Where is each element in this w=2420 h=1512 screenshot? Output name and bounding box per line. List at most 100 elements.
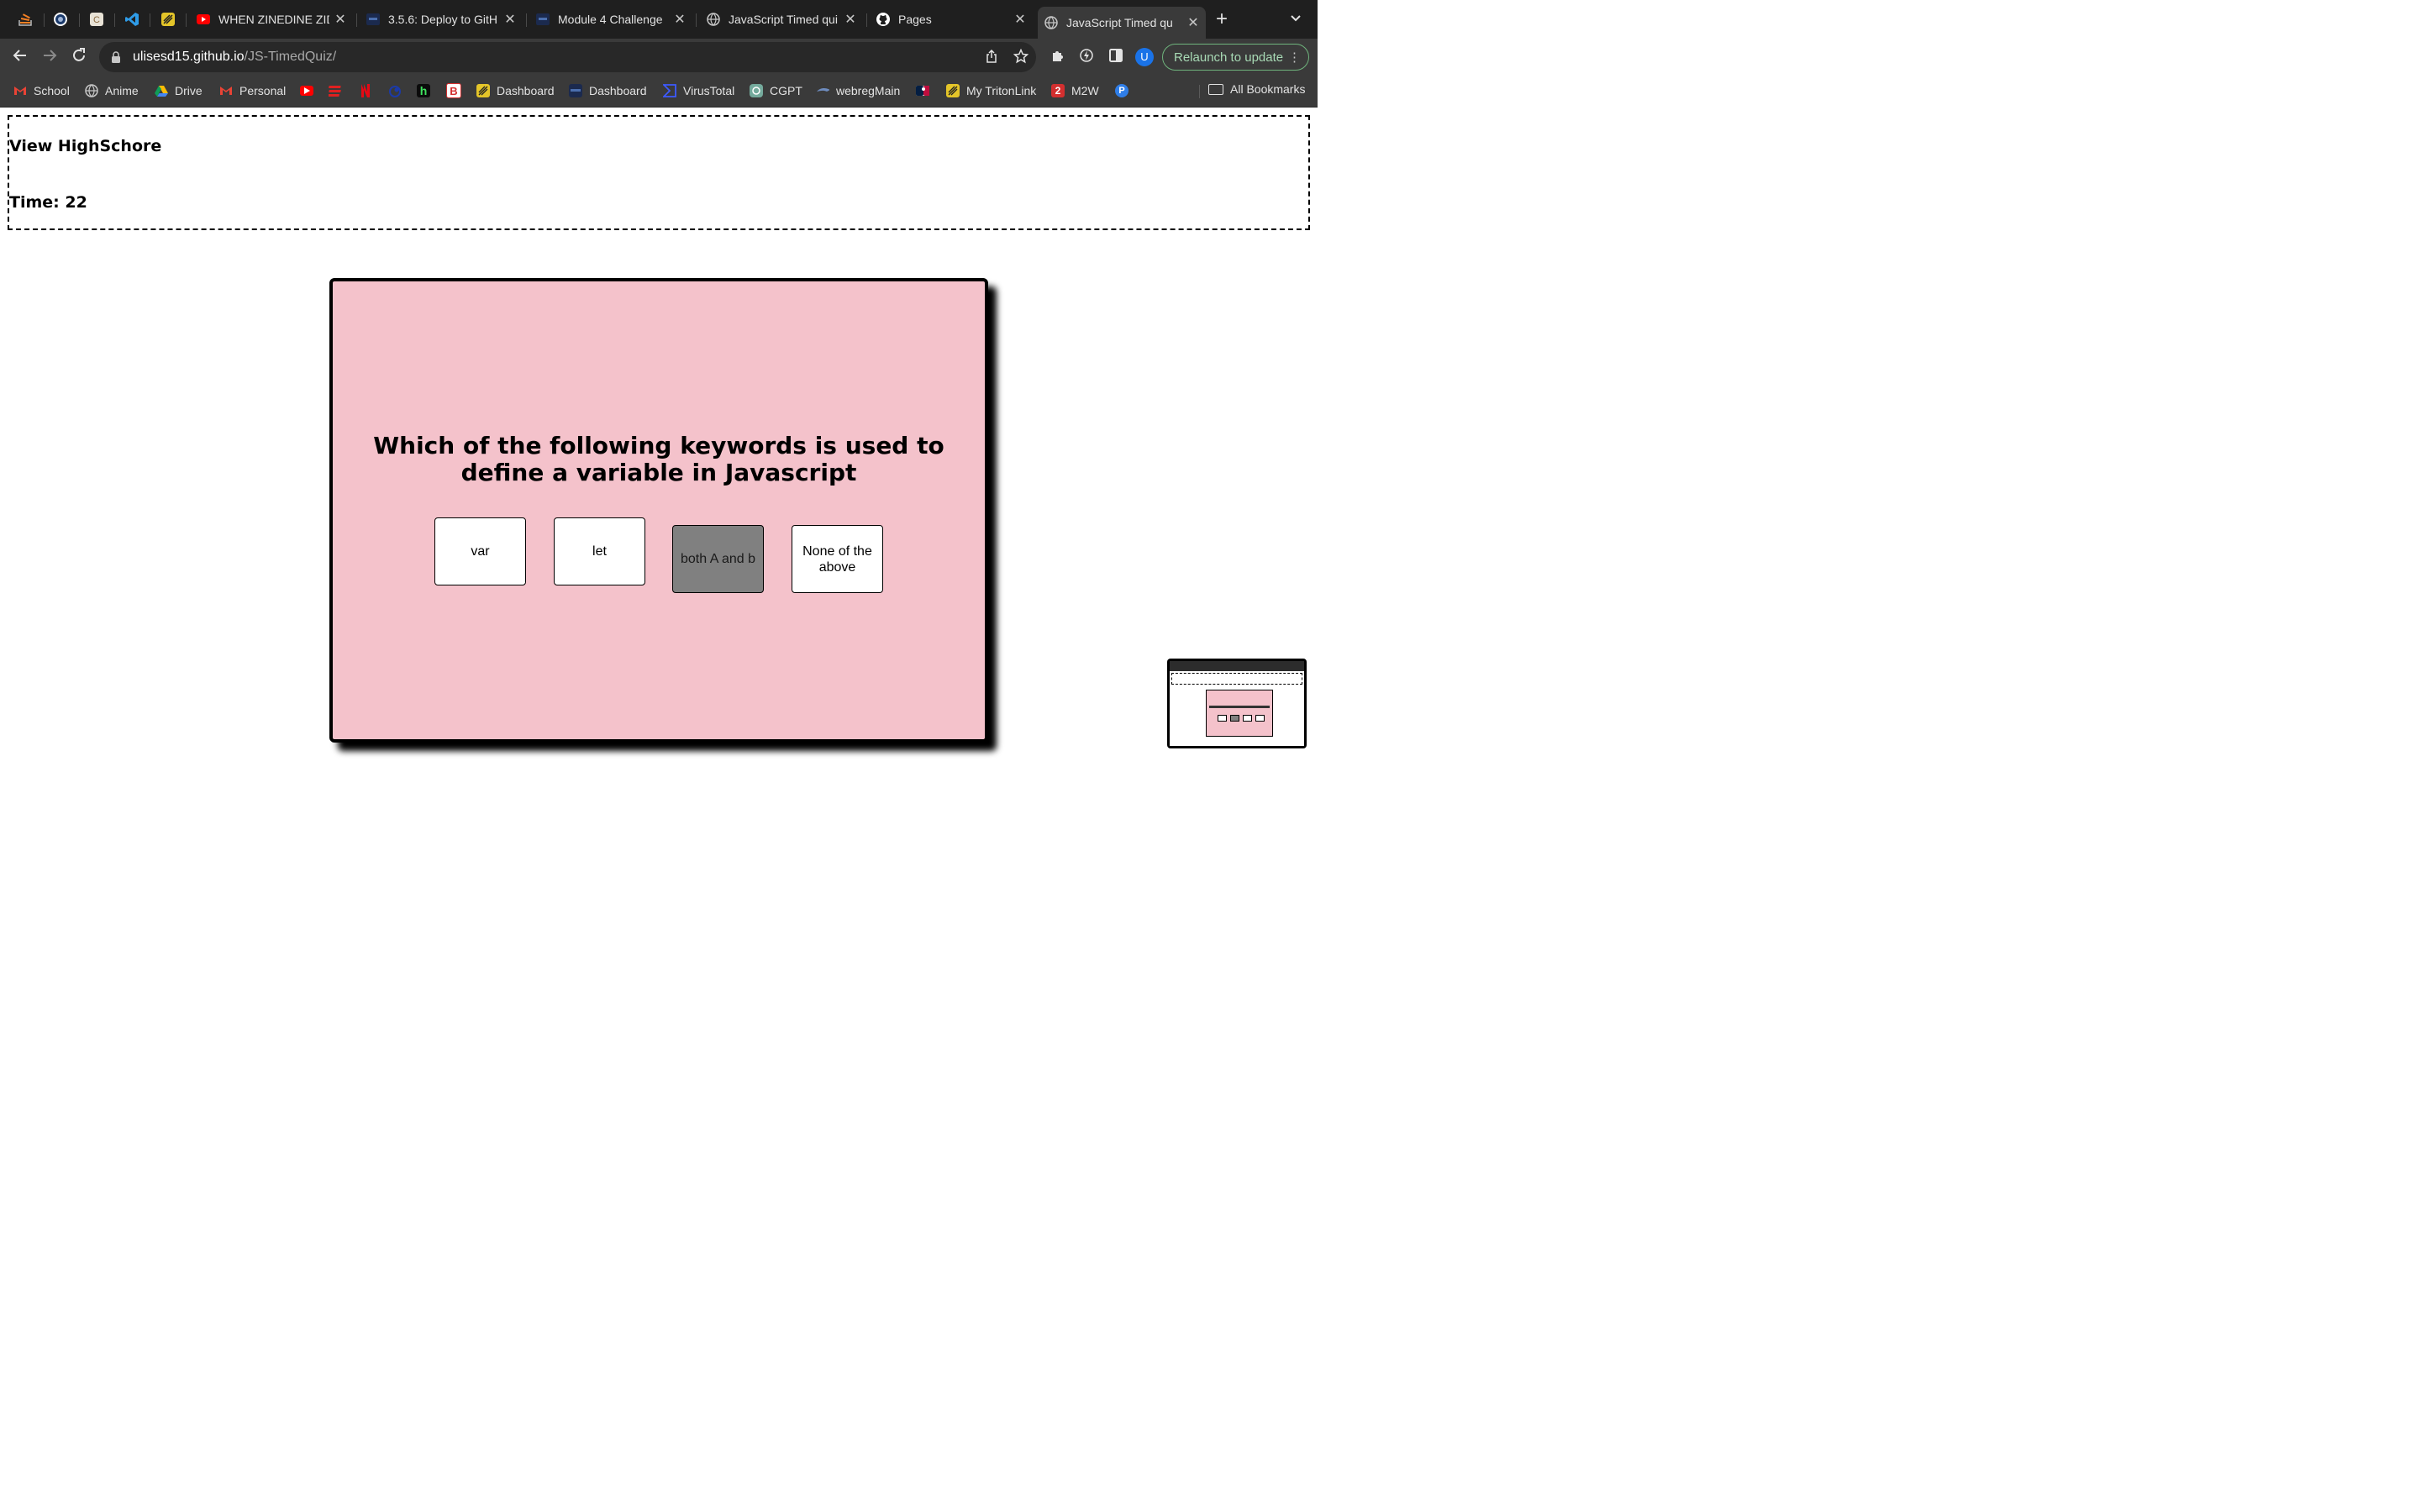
bookmark-b[interactable]: B [446,82,461,99]
profile-avatar[interactable]: U [1135,48,1154,66]
new-tab-button[interactable]: + [1216,9,1228,29]
bookmark-label: Personal [239,84,287,97]
thumbnail-card [1206,690,1273,737]
answer-choice-a[interactable]: var [434,517,526,585]
bookmark-label: VirusTotal [683,84,735,97]
tab-separator [696,13,697,27]
reload-icon[interactable] [69,47,89,67]
bookmark-m2w[interactable]: 2 M2W [1051,82,1099,99]
tab-github-pages[interactable]: Pages ✕ [870,6,1033,33]
bookmark-stack[interactable] [329,82,342,99]
m2w-icon: 2 [1051,84,1065,97]
bookmark-p[interactable]: P [1115,82,1128,99]
bookmark-star-icon[interactable] [1013,48,1029,68]
bookmark-label: Dashboard [497,84,555,97]
bookmark-dashboard-bootcamp[interactable]: Dashboard [569,82,647,99]
bookmarks-separator [1199,85,1200,98]
bookmark-school[interactable]: School [13,82,70,99]
back-arrow-icon[interactable] [10,47,30,67]
thumbnail-choice [1230,715,1239,722]
quiz-header: View HighSchore Time: 22 [8,115,1310,230]
screenshot-thumbnail[interactable] [1167,659,1307,748]
timer-label: Time: 22 [9,193,87,212]
bookmark-webregmain[interactable]: webregMain [816,82,900,99]
bookmark-drive[interactable]: Drive [155,82,203,99]
extensions-puzzle-icon[interactable] [1050,48,1065,67]
pinned-tab-canvas[interactable] [151,7,185,32]
more-vert-icon[interactable]: ⋮ [1288,50,1301,65]
bookmark-cgpt[interactable]: CGPT [750,82,802,99]
gmail-icon [13,84,27,97]
close-icon[interactable]: ✕ [504,11,516,28]
thumbnail-choice [1243,715,1252,722]
bookmark-anime[interactable]: Anime [85,82,139,99]
vscode-icon [125,13,139,26]
bookmark-virustotal[interactable]: VirusTotal [663,82,734,99]
bookmark-label: webregMain [836,84,901,97]
bookmarks-bar: School Anime Drive Personal h B Dashboar… [0,76,1318,108]
p-icon: P [1115,84,1128,97]
close-icon[interactable]: ✕ [844,11,856,28]
bookmark-netflix[interactable] [359,82,372,99]
all-bookmarks-button[interactable]: All Bookmarks [1208,82,1305,96]
bookmark-personal[interactable]: Personal [219,82,286,99]
close-icon[interactable]: ✕ [1014,11,1026,28]
bookmark-label: M2W [1071,84,1099,97]
tab-module-4[interactable]: Module 4 Challenge ✕ [529,6,692,33]
bootcamp-icon [536,13,550,25]
youtube-icon [300,86,313,96]
question-card: Which of the following keywords is used … [329,278,988,743]
tab-title: Module 4 Challenge [558,13,663,26]
performance-icon[interactable] [1079,48,1094,67]
tab-separator [866,13,867,27]
thumbnail-choice [1255,715,1265,722]
pinned-tab-stackoverflow[interactable] [8,7,42,32]
bookmark-dashboard-canvas[interactable]: Dashboard [476,82,555,99]
tab-separator [186,13,187,27]
pinned-tab-dhs[interactable] [44,7,77,32]
tab-title: JavaScript Timed qui [729,13,838,26]
canvas-icon [476,84,490,97]
question-text: Which of the following keywords is used … [373,432,944,486]
h-icon: h [417,84,430,97]
pinned-tab-vscode[interactable] [115,7,149,32]
tab-deploy-github[interactable]: 3.5.6: Deploy to GitH ✕ [360,6,523,33]
triton-icon [816,84,829,97]
tab-title: WHEN ZINEDINE ZID [218,13,329,26]
youtube-icon [197,14,210,24]
gmail-icon [219,84,233,97]
answer-choice-b[interactable]: let [554,517,645,585]
answer-choice-d[interactable]: None of the above [792,525,883,593]
tab-youtube-video[interactable]: WHEN ZINEDINE ZID ✕ [190,6,353,33]
crunchy-icon [388,84,402,97]
address-bar[interactable]: ulisesd15.github.io/JS-TimedQuiz/ [99,42,1036,72]
close-icon[interactable]: ✕ [674,11,686,28]
view-highscore-link[interactable]: View HighSchore [9,137,161,155]
bootcamp-icon [569,84,582,97]
url-host: ulisesd15.github.io [133,50,245,64]
bookmark-youtube[interactable] [300,82,313,99]
bootcamp-icon [366,13,380,25]
bookmark-h[interactable]: h [417,82,430,99]
side-panel-icon[interactable] [1108,48,1123,67]
tab-js-quiz-active[interactable]: JavaScript Timed qu ✕ [1038,7,1206,39]
answer-choice-c[interactable]: both A and b [672,525,764,593]
bookmark-mlb[interactable] [916,82,929,99]
mlb-icon [916,84,929,97]
globe-icon [1044,16,1058,29]
relaunch-to-update-button[interactable]: Relaunch to update ⋮ [1162,44,1309,71]
tab-search-chevron-icon[interactable] [1290,12,1302,25]
pinned-tab-c[interactable]: C [80,7,113,32]
bookmark-my-tritonlink[interactable]: My TritonLink [946,82,1036,99]
thumbnail-header [1171,673,1302,685]
close-icon[interactable]: ✕ [334,11,346,28]
bookmark-crunchy[interactable] [388,82,402,99]
stackoverflow-icon [18,13,32,26]
tab-strip: C WHEN ZINEDINE ZID ✕ 3.5.6: Deploy to G… [0,0,1318,39]
thumbnail-chrome [1170,661,1304,671]
close-icon[interactable]: ✕ [1187,14,1199,31]
share-icon[interactable] [985,49,998,68]
drive-icon [155,84,168,97]
tab-js-quiz-1[interactable]: JavaScript Timed qui ✕ [700,6,863,33]
forward-arrow-icon[interactable] [39,47,60,67]
